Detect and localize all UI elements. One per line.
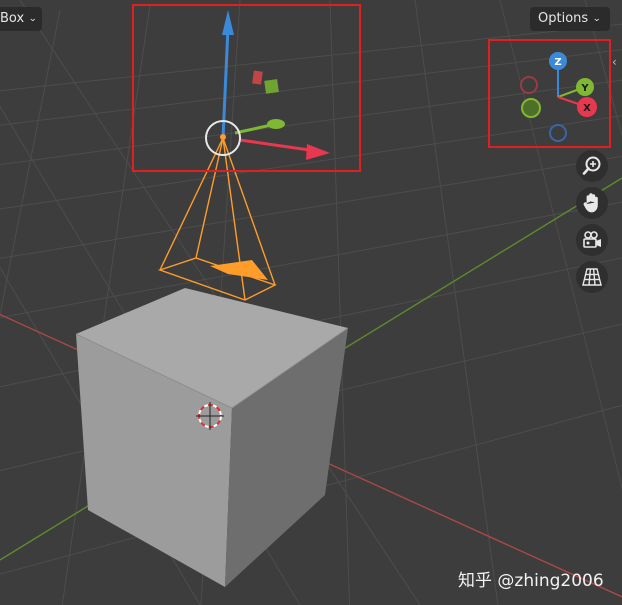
hand-icon bbox=[583, 193, 598, 213]
grid-icon bbox=[582, 268, 602, 286]
watermark-handle: @zhing2006 bbox=[497, 571, 604, 591]
gizmo-x-label: X bbox=[583, 103, 591, 114]
select-box-label: Box bbox=[0, 11, 25, 26]
camera-icon bbox=[583, 231, 601, 248]
camera-frustum[interactable] bbox=[157, 137, 277, 301]
watermark-site: 知乎 bbox=[458, 571, 492, 591]
select-box-dropdown[interactable]: Box ⌄ bbox=[0, 7, 42, 31]
zoom-icon bbox=[582, 156, 601, 175]
options-label: Options bbox=[538, 11, 589, 26]
sidebar-toggle-icon[interactable]: ‹ bbox=[612, 55, 617, 69]
viewport-scene: Z Y X bbox=[0, 0, 622, 605]
camera-view-button[interactable] bbox=[576, 224, 608, 256]
perspective-toggle-button[interactable] bbox=[576, 261, 608, 293]
chevron-down-icon: ⌄ bbox=[592, 14, 602, 24]
floor-grid bbox=[0, 0, 622, 605]
gizmo-y-label: Y bbox=[580, 83, 589, 94]
zoom-button[interactable] bbox=[576, 150, 608, 182]
transform-gizmo[interactable] bbox=[205, 10, 330, 160]
watermark: 知乎 @zhing2006 bbox=[458, 566, 604, 591]
pan-button[interactable] bbox=[576, 187, 608, 219]
gizmo-z-label: Z bbox=[554, 57, 561, 68]
options-dropdown[interactable]: Options ⌄ bbox=[530, 7, 610, 31]
chevron-down-icon: ⌄ bbox=[28, 14, 38, 24]
3d-viewport[interactable]: Z Y X Box ⌄ Options ⌄ ‹ 知乎 @zhing2006 bbox=[0, 0, 622, 605]
